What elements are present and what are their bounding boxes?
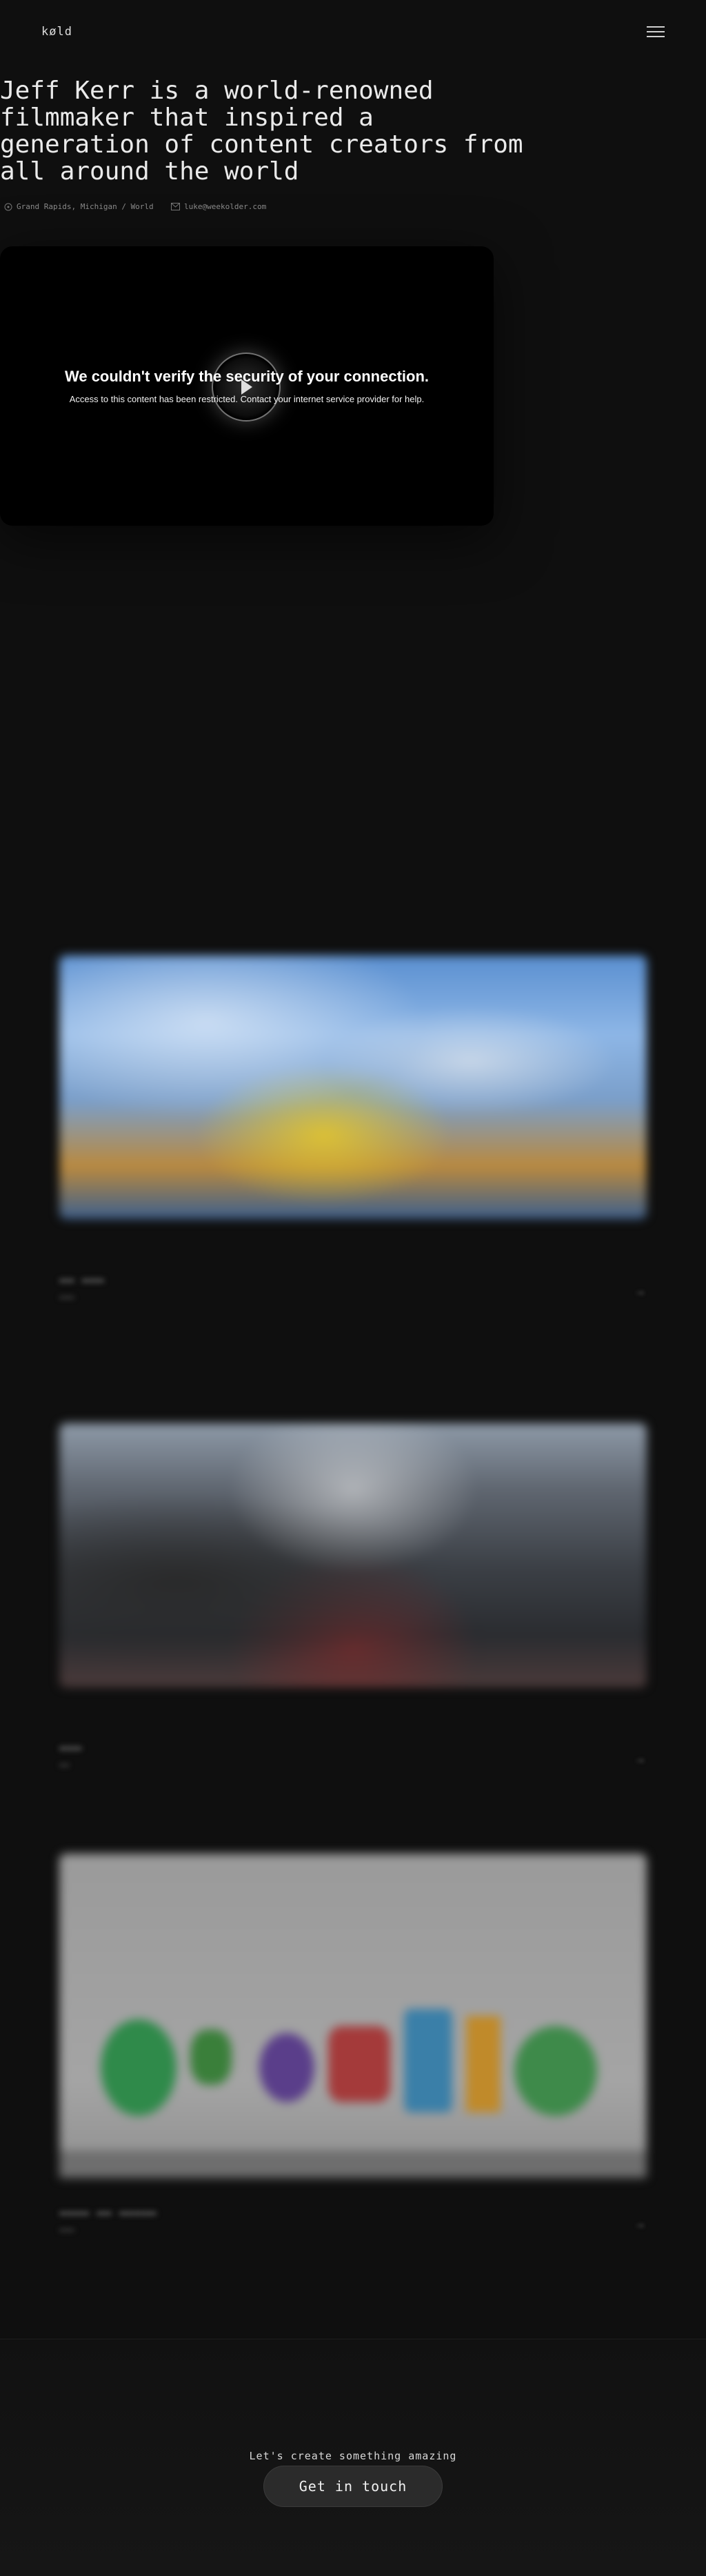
hamburger-icon[interactable] xyxy=(647,26,665,39)
project-title-blurred: ▬▬▬▬ ▬▬ ▬▬▬▬▬ xyxy=(59,2206,157,2220)
mail-icon xyxy=(171,203,180,210)
site-logo[interactable]: køld xyxy=(41,25,72,39)
location-text: Grand Rapids, Michigan / World xyxy=(17,202,154,211)
project-title-blurred: ▬▬▬ xyxy=(59,1741,82,1755)
email-link[interactable]: luke@weekolder.com xyxy=(184,202,266,211)
project-thumbnail[interactable] xyxy=(59,1854,647,2178)
project-subtitle-blurred: ▬▬ xyxy=(59,1760,70,1770)
arrow-right-icon[interactable]: → xyxy=(636,2218,644,2232)
project-thumbnail[interactable] xyxy=(59,1423,647,1687)
showreel-video[interactable]: We couldn't verify the security of your … xyxy=(0,246,494,526)
video-error-message: Access to this content has been restrict… xyxy=(69,394,425,404)
arrow-right-icon[interactable]: → xyxy=(636,1285,644,1300)
location-meta: Grand Rapids, Michigan / World xyxy=(4,202,154,211)
play-icon[interactable] xyxy=(212,353,281,422)
footer: Let's create something amazing Get in to… xyxy=(0,2339,706,2576)
arrow-right-icon[interactable]: → xyxy=(636,1753,644,1767)
hero-headline: Jeff Kerr is a world-renowned filmmaker … xyxy=(0,77,523,186)
project-title-blurred: ▬▬ ▬▬▬ xyxy=(59,1273,105,1287)
project-card[interactable]: ▬▬▬ ▬▬ → xyxy=(59,1423,647,1782)
email-meta[interactable]: luke@weekolder.com xyxy=(171,202,266,211)
map-pin-icon xyxy=(4,203,12,210)
project-card[interactable]: ▬▬ ▬▬▬ ▬▬▬ → xyxy=(59,955,647,1314)
project-thumbnail[interactable] xyxy=(59,955,647,1219)
video-error-title: We couldn't verify the security of your … xyxy=(64,368,430,385)
project-card[interactable]: ▬▬▬▬ ▬▬ ▬▬▬▬▬ ▬▬▬ → xyxy=(59,1854,647,2240)
project-subtitle-blurred: ▬▬▬ xyxy=(59,2225,74,2235)
get-in-touch-button[interactable]: Get in touch xyxy=(263,2466,443,2507)
project-subtitle-blurred: ▬▬▬ xyxy=(59,1292,74,1302)
cta-label: Let's create something amazing xyxy=(249,2450,457,2462)
